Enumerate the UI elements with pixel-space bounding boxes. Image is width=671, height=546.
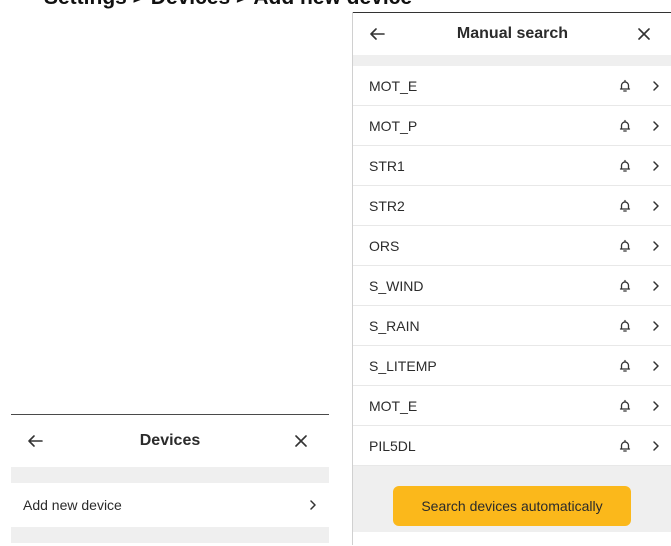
chevron-right-icon (653, 120, 659, 131)
device-name: PIL5DL (369, 437, 416, 454)
device-name: S_LITEMP (369, 357, 437, 374)
device-name: S_RAIN (369, 317, 420, 334)
bell-icon[interactable] (618, 159, 632, 173)
device-row[interactable]: MOT_E (353, 386, 671, 426)
chevron-right-icon (653, 320, 659, 331)
chevron-right-icon (653, 440, 659, 451)
bell-icon[interactable] (618, 119, 632, 133)
devices-title: Devices (139, 432, 201, 449)
device-name: STR1 (369, 157, 405, 174)
manual-search-band (353, 55, 671, 66)
bell-icon[interactable] (618, 319, 632, 333)
devices-band-bottom (11, 527, 329, 543)
devices-header: Devices (11, 415, 329, 467)
device-row[interactable]: S_WIND (353, 266, 671, 306)
bell-icon[interactable] (618, 399, 632, 413)
search-automatically-button[interactable]: Search devices automatically (393, 486, 631, 526)
device-row[interactable]: STR2 (353, 186, 671, 226)
bell-icon[interactable] (618, 279, 632, 293)
devices-screen: Devices Add new device (11, 414, 329, 546)
device-name: STR2 (369, 197, 405, 214)
device-row[interactable]: S_RAIN (353, 306, 671, 346)
device-row[interactable]: PIL5DL (353, 426, 671, 466)
device-row[interactable]: MOT_P (353, 106, 671, 146)
device-row[interactable]: MOT_E (353, 66, 671, 106)
chevron-right-icon (653, 160, 659, 171)
chevron-right-icon (310, 500, 316, 510)
device-name: S_WIND (369, 277, 424, 294)
chevron-right-icon (653, 280, 659, 291)
bell-icon[interactable] (618, 239, 632, 253)
bell-icon[interactable] (618, 79, 632, 93)
manual-search-footer: Search devices automatically (353, 466, 671, 532)
manual-search-title: Manual search (456, 25, 569, 42)
device-name: MOT_E (369, 397, 418, 414)
device-row[interactable]: STR1 (353, 146, 671, 186)
add-new-device-label: Add new device (23, 497, 122, 513)
chevron-right-icon (653, 360, 659, 371)
chevron-right-icon (653, 240, 659, 251)
bell-icon[interactable] (618, 439, 632, 453)
chevron-right-icon (653, 400, 659, 411)
device-name: ORS (369, 237, 400, 254)
chevron-right-icon (653, 200, 659, 211)
page-caption: Settings > Devices > Add new device (44, 0, 412, 10)
close-icon[interactable] (295, 435, 307, 447)
device-list: MOT_E MOT_P STR1 STR2 ORS S_WIND S_RAIN S_LITEM… (353, 66, 671, 466)
back-arrow-icon[interactable] (369, 26, 385, 42)
device-name: MOT_P (369, 117, 418, 134)
add-new-device-row[interactable]: Add new device (11, 483, 329, 527)
device-name: MOT_E (369, 77, 418, 94)
bell-icon[interactable] (618, 199, 632, 213)
device-row[interactable]: S_LITEMP (353, 346, 671, 386)
manual-search-header: Manual search (353, 12, 671, 55)
manual-search-screen: Manual search MOT_E MOT_P STR1 STR2 ORS S_WIN… (352, 12, 671, 545)
devices-band (11, 467, 329, 483)
back-arrow-icon[interactable] (27, 433, 43, 449)
device-row[interactable]: ORS (353, 226, 671, 266)
bell-icon[interactable] (618, 359, 632, 373)
chevron-right-icon (653, 80, 659, 91)
close-icon[interactable] (638, 28, 650, 40)
